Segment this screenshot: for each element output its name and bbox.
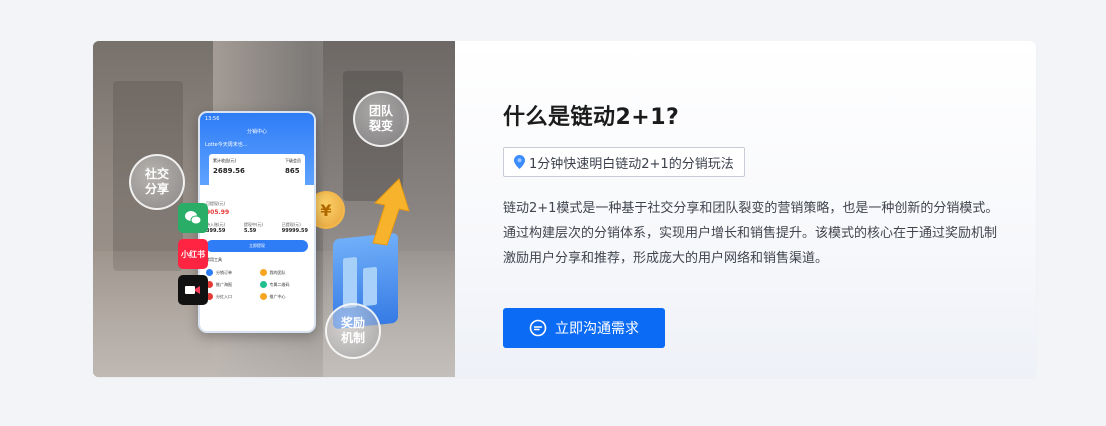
team-fission-bubble: 团队裂变 [353,91,409,147]
tool-label: 推广海报 [216,281,232,287]
tool-label: 专属二维码 [269,281,290,287]
wechat-icon [178,203,208,233]
phone-stat-label: 待入账(元) [206,222,226,227]
phone-user: Lotte今天周末也... [205,142,248,148]
phone-stat-value: 399.59 [206,228,226,234]
stat-value: 2689.56 [213,167,245,175]
contact-needs-label: 立即沟通需求 [555,320,639,336]
phone-tool-item: 专属二维码 [259,281,309,288]
contact-needs-button[interactable]: 立即沟通需求 [503,308,665,348]
tool-label: 分销订单 [216,269,232,275]
phone-header: 分销中心 [246,129,267,135]
withdraw-label: 可提现(元) [206,201,226,206]
tool-label: 推广中心 [269,293,286,299]
chat-bubble-icon [529,319,547,337]
phone-tool-item: 分红入口 [206,293,255,300]
tag-text: 1分钟快速明白链动2+1的分销玩法 [529,156,734,172]
phone-stat-value: 99999.59 [281,228,308,234]
stat-label: 下级会员 [285,158,301,163]
page-title: 什么是链动2+1? [503,105,680,130]
stat-value: 865 [285,167,300,175]
arrow-up-icon [372,178,410,246]
reward-mechanism-bubble: 奖励机制 [325,303,381,359]
phone-mockup: 13:56 分销中心 Lotte今天周末也... 累计收益(元) 2689.56 … [198,111,316,333]
phone-stat-item: 提现中(元) 5.59 [244,222,263,234]
phone-tool-item: 分销订单 [206,269,255,276]
tools-title: 常用工具 [206,257,222,262]
phone-withdraw-button: 立即提现 [206,240,308,252]
phone-tool-item: 推广中心 [259,293,309,300]
phone-stat-label: 已提现(元) [281,222,301,227]
xiaohongshu-icon: 小红书 [178,239,208,269]
phone-tool-item: 我的团队 [259,269,309,276]
video-icon [178,275,208,305]
intro-card: ¥ 13:56 分销中心 Lotte今天周末也... 累计收益(元) 2689.5… [93,41,1036,377]
phone-stat-value: 5.59 [243,228,257,234]
phone-stat-item: 待入账(元) 399.59 [206,222,225,234]
tool-icon [259,269,267,276]
tool-icon [206,269,213,276]
withdraw-value: 905.99 [206,209,230,216]
tool-label: 分红入口 [216,293,232,299]
description-line: 激励用户分享和推荐，形成庞大的用户网络和销售渠道。 [503,251,829,266]
location-pin-icon [514,155,525,169]
hero-image: ¥ 13:56 分销中心 Lotte今天周末也... 累计收益(元) 2689.5… [93,41,455,377]
social-share-bubble: 社交分享 [129,154,185,210]
intro-tag: 1分钟快速明白链动2+1的分销玩法 [503,147,745,177]
phone-tool-item: 推广海报 [206,281,255,288]
description: 链动2+1模式是一种基于社交分享和团队裂变的营销策略，也是一种创新的分销模式。 … [503,196,1013,271]
description-line: 通过构建层次的分销体系，实现用户增长和销售提升。该模式的核心在于通过奖励机制 [503,226,998,241]
tool-icon [259,281,267,288]
phone-time: 13:56 [205,116,220,122]
phone-stat-label: 提现中(元) [243,222,264,227]
description-line: 链动2+1模式是一种基于社交分享和团队裂变的营销策略，也是一种创新的分销模式。 [503,201,999,216]
stat-label: 累计收益(元) [213,158,237,163]
tool-icon [259,293,267,300]
tool-label: 我的团队 [269,269,286,275]
phone-stat-item: 已提现(元) 99999.59 [282,222,308,234]
